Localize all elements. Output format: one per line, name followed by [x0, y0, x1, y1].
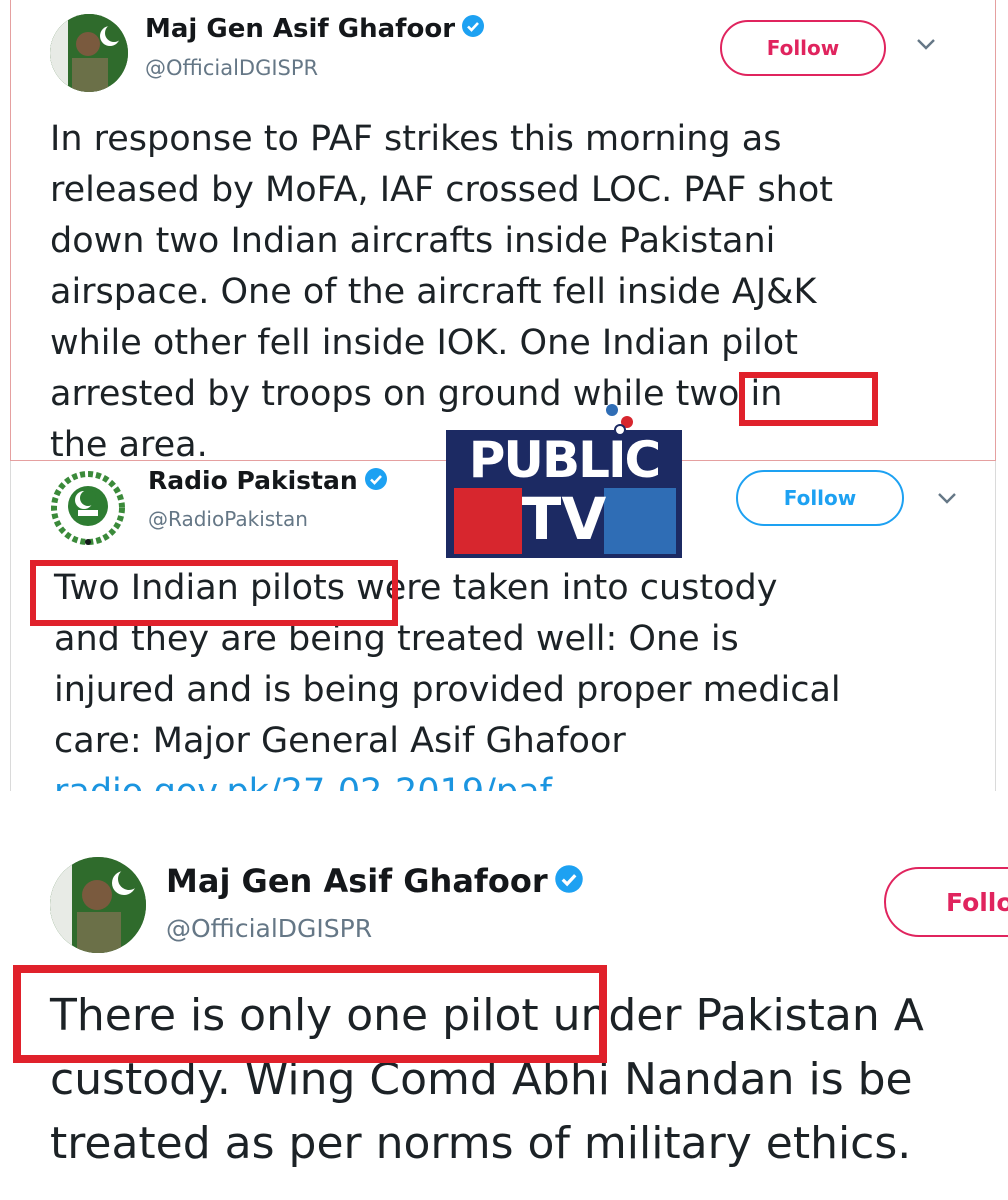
verified-badge-icon [554, 864, 584, 902]
tweet2-border-right [995, 461, 996, 791]
avatar[interactable] [50, 857, 146, 953]
radio-pakistan-emblem-icon [51, 471, 125, 545]
author-name[interactable]: Maj Gen Asif Ghafoor [145, 14, 485, 45]
chevron-down-icon[interactable] [915, 36, 937, 55]
tweet-line: airspace. One of the aircraft fell insid… [50, 272, 817, 312]
public-tv-logo: PUBLIC TV [444, 402, 684, 560]
highlight-box [739, 372, 878, 426]
tweet1-border-right [995, 0, 996, 460]
author-handle[interactable]: @OfficialDGISPR [145, 56, 318, 80]
tweet-line: the area. [50, 425, 208, 460]
author-name[interactable]: Radio Pakistan [148, 466, 388, 497]
tweet-line: while other fell inside IOK. One Indian … [50, 323, 798, 363]
highlight-box [30, 560, 398, 626]
logo-line-1: PUBLIC [468, 431, 662, 489]
avatar[interactable] [50, 14, 128, 92]
tweet-line: injured and is being provided proper med… [54, 670, 841, 710]
tweet2-border-left [10, 461, 11, 791]
pakistan-flag-icon [50, 857, 146, 953]
tweet-line: released by MoFA, IAF crossed LOC. PAF s… [50, 170, 834, 210]
verified-badge-icon [364, 467, 388, 497]
author-name-text: Radio Pakistan [148, 466, 358, 495]
tweet-line: care: Major General Asif Ghafoor [54, 721, 626, 761]
tweet-line: treated as per norms of military ethics. [50, 1118, 912, 1169]
highlight-box [13, 965, 607, 1063]
avatar[interactable] [50, 470, 126, 546]
tweet-line: down two Indian aircrafts inside Pakista… [50, 221, 776, 261]
follow-button[interactable]: Follow [720, 20, 886, 76]
tweet-line: In response to PAF strikes this morning … [50, 119, 782, 159]
author-name-text: Maj Gen Asif Ghafoor [145, 14, 456, 44]
follow-button[interactable]: Follo [884, 867, 1008, 937]
chevron-down-icon[interactable] [936, 490, 958, 509]
pakistan-flag-icon [50, 14, 128, 92]
author-name-text: Maj Gen Asif Ghafoor [166, 862, 548, 900]
author-handle[interactable]: @OfficialDGISPR [166, 914, 372, 943]
verified-badge-icon [461, 14, 485, 45]
author-handle[interactable]: @RadioPakistan [148, 507, 308, 531]
follow-button[interactable]: Follow [736, 470, 904, 526]
logo-line-2: TV [521, 485, 607, 553]
tweet1-border-left [10, 0, 11, 460]
tweet-link[interactable]: radio.gov.pk/27-02-2019/paf... [54, 767, 583, 791]
author-name[interactable]: Maj Gen Asif Ghafoor [166, 862, 584, 902]
